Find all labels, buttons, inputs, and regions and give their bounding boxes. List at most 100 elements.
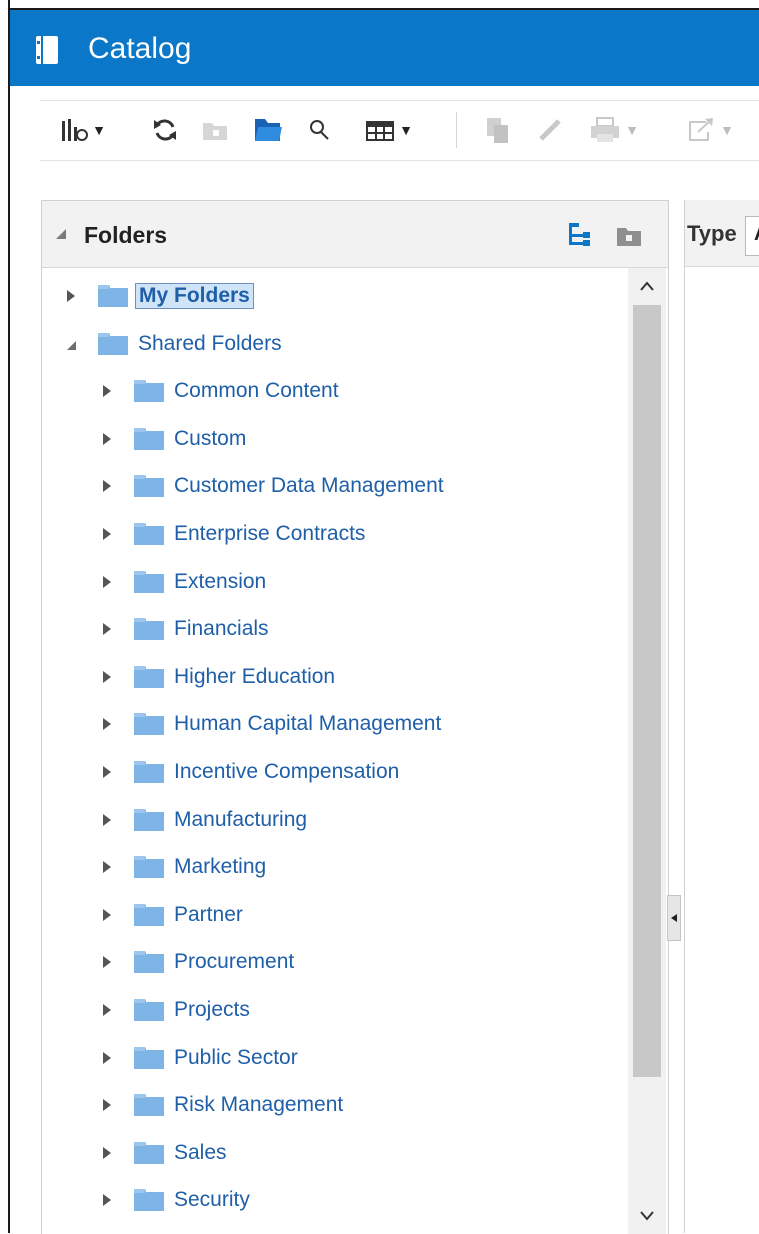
chevron-down-icon	[640, 1211, 654, 1221]
chevron-down-icon: ▼	[92, 122, 106, 138]
folder-icon	[134, 380, 164, 403]
folder-icon	[134, 713, 164, 736]
share-button[interactable]: ▼	[678, 112, 742, 148]
collapsed-triangle-icon[interactable]	[100, 1097, 114, 1113]
tree-item[interactable]: Financials	[100, 609, 269, 649]
tree-item[interactable]: Custom	[100, 419, 246, 459]
columns-button[interactable]: ▼	[356, 112, 422, 148]
tree-item-label: Enterprise Contracts	[174, 522, 366, 545]
scroll-down-button[interactable]	[628, 1198, 666, 1234]
collapsed-triangle-icon[interactable]	[100, 954, 114, 970]
collapsed-triangle-icon[interactable]	[100, 812, 114, 828]
chevron-down-icon: ▼	[720, 122, 734, 138]
catalog-header: Catalog	[10, 10, 759, 86]
folder-icon	[134, 1094, 164, 1117]
tree-item[interactable]: Enterprise Contracts	[100, 514, 365, 554]
tree-view-icon[interactable]	[565, 219, 595, 249]
refresh-icon	[154, 119, 176, 141]
collapsed-triangle-icon[interactable]	[100, 574, 114, 590]
copy-button[interactable]	[478, 112, 518, 148]
collapsed-triangle-icon[interactable]	[100, 431, 114, 447]
collapsed-triangle-icon[interactable]	[100, 764, 114, 780]
collapsed-triangle-icon[interactable]	[100, 526, 114, 542]
new-folder-icon[interactable]	[614, 221, 644, 251]
new-folder-icon	[203, 123, 227, 140]
folder-icon	[134, 761, 164, 783]
collapse-panel-icon[interactable]	[54, 227, 68, 241]
tree-item-label: Financials	[174, 617, 269, 641]
folders-panel-title: Folders	[84, 222, 168, 248]
window-border-left	[8, 0, 10, 1233]
scroll-up-button[interactable]	[628, 268, 666, 304]
collapsed-triangle-icon[interactable]	[100, 621, 114, 637]
tree-item-label: Customer Data Management	[174, 474, 444, 498]
tree-item[interactable]: Incentive Compensation	[100, 752, 399, 792]
tree-item[interactable]: Customer Data Management	[100, 466, 444, 506]
tree-item[interactable]: Sales	[100, 1133, 227, 1173]
tree-item[interactable]: Risk Management	[100, 1085, 343, 1125]
tree-item[interactable]: Partner	[100, 895, 243, 935]
tree-item-label: Extension	[174, 569, 267, 593]
print-icon	[591, 117, 620, 142]
tree-item-label: Manufacturing	[174, 807, 308, 831]
tree-item-label: Security	[174, 1188, 250, 1212]
tree-item-label: Shared Folders	[138, 331, 282, 355]
folder-icon	[134, 903, 164, 926]
tree-item[interactable]: Security	[100, 1180, 250, 1220]
tree-item-label: Partner	[174, 902, 243, 926]
table-icon	[366, 121, 395, 141]
scrollbar-thumb[interactable]	[633, 305, 661, 1077]
tree-item[interactable]: Extension	[100, 562, 266, 602]
collapsed-triangle-icon[interactable]	[64, 288, 78, 304]
tree-item[interactable]: Human Capital Management	[100, 704, 441, 744]
type-select[interactable]: A	[745, 216, 759, 256]
folder-icon	[134, 1189, 164, 1212]
catalog-content-panel: Type A	[684, 200, 759, 1233]
collapsed-triangle-icon[interactable]	[100, 716, 114, 732]
edit-button[interactable]	[530, 112, 570, 148]
copy-icon	[487, 118, 508, 143]
toolbar-divider	[456, 112, 457, 148]
collapsed-triangle-icon[interactable]	[100, 1145, 114, 1161]
tree-item-label: Public Sector	[174, 1045, 298, 1069]
collapsed-triangle-icon[interactable]	[100, 383, 114, 399]
collapsed-triangle-icon[interactable]	[100, 669, 114, 685]
expanded-triangle-icon[interactable]	[64, 336, 78, 352]
folder-icon	[134, 475, 164, 498]
collapsed-triangle-icon[interactable]	[100, 478, 114, 494]
print-button[interactable]: ▼	[584, 112, 644, 148]
tree-item-label: Risk Management	[174, 1093, 344, 1117]
content-panel-header: Type A	[685, 200, 759, 267]
folders-panel: Folders My Folders Shared Folders Common C…	[41, 200, 669, 1234]
tree-item[interactable]: Marketing	[100, 847, 266, 887]
tree-item-label: Higher Education	[174, 664, 336, 688]
panel-splitter[interactable]	[667, 895, 681, 941]
collapsed-triangle-icon[interactable]	[100, 1050, 114, 1066]
tree-item[interactable]: Projects	[100, 990, 250, 1030]
open-folder-button[interactable]	[250, 112, 286, 148]
search-icon	[310, 120, 329, 140]
share-icon	[689, 118, 714, 141]
tree-item[interactable]: Public Sector	[100, 1038, 298, 1078]
tree-item[interactable]: Shared Folders	[64, 324, 282, 364]
tree-item[interactable]: Manufacturing	[100, 800, 307, 840]
folder-icon	[134, 570, 164, 593]
tree-item[interactable]: My Folders	[64, 276, 254, 316]
chevron-up-icon	[640, 281, 654, 291]
refresh-button[interactable]	[148, 112, 182, 148]
search-button[interactable]	[304, 112, 334, 148]
toolbar-border-bottom	[40, 160, 759, 161]
new-folder-button[interactable]	[198, 112, 232, 148]
collapsed-triangle-icon[interactable]	[100, 907, 114, 923]
chevron-down-icon: ▼	[399, 122, 413, 138]
tree-item[interactable]: Procurement	[100, 942, 294, 982]
collapsed-triangle-icon[interactable]	[100, 1002, 114, 1018]
view-options-button[interactable]: ▼	[48, 112, 118, 148]
toolbar-border-top	[40, 100, 759, 101]
tree-item[interactable]: Common Content	[100, 371, 339, 411]
tree-item[interactable]: Higher Education	[100, 657, 335, 697]
collapsed-triangle-icon[interactable]	[100, 1192, 114, 1208]
tree-scrollbar[interactable]	[628, 268, 666, 1234]
chevron-down-icon: ▼	[625, 122, 639, 138]
collapsed-triangle-icon[interactable]	[100, 859, 114, 875]
